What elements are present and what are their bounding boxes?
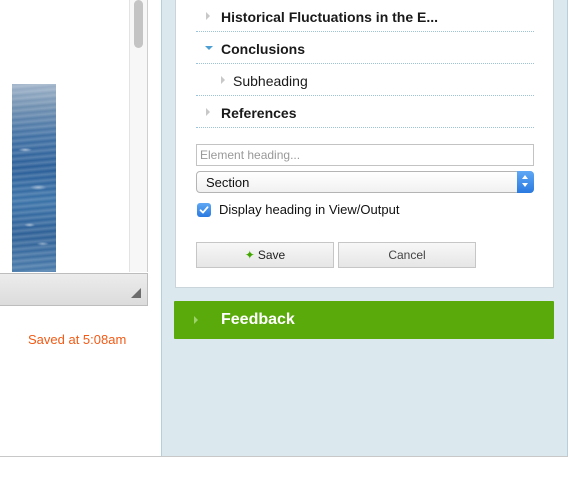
outline-sidebar: Historical Fluctuations in the E... Conc… xyxy=(161,0,568,456)
element-type-value: Section xyxy=(206,175,250,190)
save-button-label: Save xyxy=(257,248,286,262)
cancel-button-label: Cancel xyxy=(388,248,426,262)
collapsed-arrow-icon[interactable] xyxy=(206,12,210,20)
expanded-arrow-icon[interactable] xyxy=(205,46,213,50)
outline-item-conclusions[interactable]: Conclusions xyxy=(196,32,534,64)
feedback-section[interactable]: Feedback xyxy=(174,301,554,339)
collapsed-arrow-icon[interactable] xyxy=(194,316,198,324)
outline-item-label: Conclusions xyxy=(221,41,306,57)
outline-item-label: Historical Fluctuations in the E... xyxy=(221,9,439,25)
outline-card: Historical Fluctuations in the E... Conc… xyxy=(175,0,554,288)
display-heading-label: Display heading in View/Output xyxy=(219,202,400,217)
cancel-button[interactable]: Cancel xyxy=(338,242,476,268)
element-type-select[interactable]: Section xyxy=(196,171,534,193)
display-heading-checkbox[interactable] xyxy=(197,203,211,217)
outline-item-references[interactable]: References xyxy=(196,96,534,128)
outline-item-label: Subheading xyxy=(233,73,308,89)
outline-item-subheading[interactable]: Subheading xyxy=(196,64,534,96)
save-button[interactable]: ✦ Save xyxy=(196,242,334,268)
editor-frame xyxy=(0,0,148,306)
editor-scrollbar[interactable] xyxy=(129,0,147,272)
editor-canvas[interactable] xyxy=(0,0,148,272)
select-stepper-icon[interactable] xyxy=(517,171,534,193)
feedback-label: Feedback xyxy=(221,311,295,328)
saved-status: Saved at 5:08am xyxy=(28,332,127,347)
checkmark-icon xyxy=(199,206,209,214)
collapsed-arrow-icon[interactable] xyxy=(221,76,225,84)
editor-pane: Saved at 5:08am xyxy=(0,0,161,456)
collapsed-arrow-icon[interactable] xyxy=(206,108,210,116)
editor-status-bar xyxy=(0,273,148,306)
plus-icon: ✦ xyxy=(244,248,255,262)
divider xyxy=(0,456,568,457)
resize-grip-icon[interactable] xyxy=(131,288,141,298)
ocean-image[interactable] xyxy=(12,84,56,272)
scrollbar-thumb[interactable] xyxy=(134,0,143,48)
outline-item-label: References xyxy=(221,105,297,121)
element-heading-input[interactable] xyxy=(196,144,534,166)
outline-item-historical[interactable]: Historical Fluctuations in the E... xyxy=(196,0,534,32)
